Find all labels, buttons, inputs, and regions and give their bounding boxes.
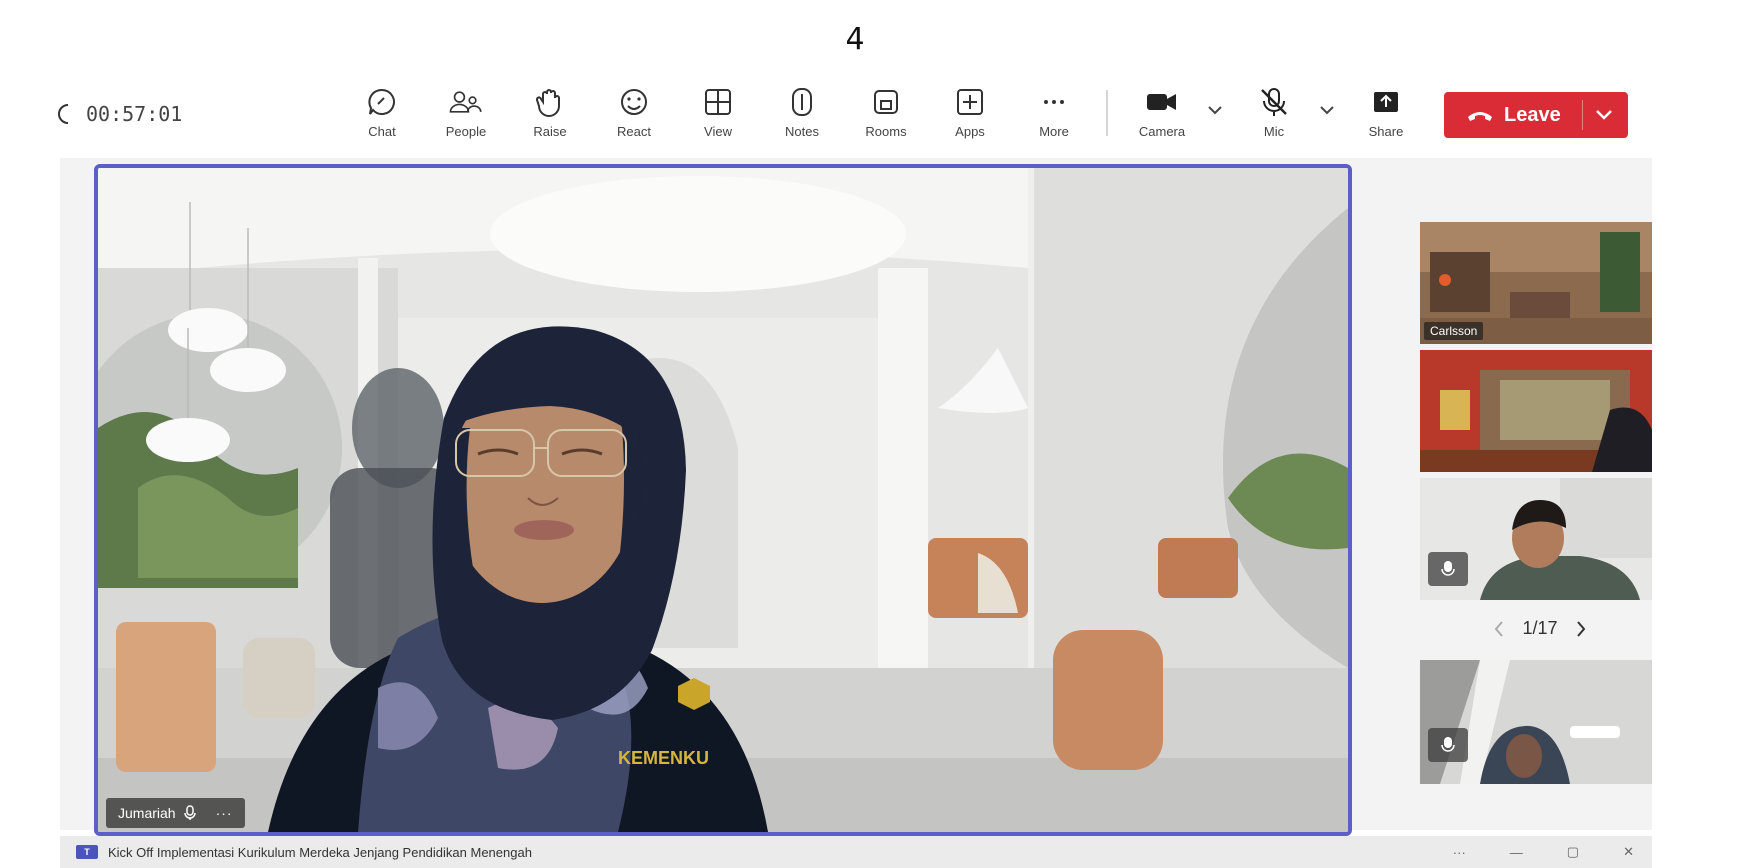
apps-label: Apps [955, 124, 985, 139]
apps-icon [952, 84, 988, 120]
camera-options-caret[interactable] [1203, 98, 1227, 122]
participant-thumbnail[interactable]: Carlsson [1420, 222, 1652, 344]
people-button[interactable]: People [430, 84, 502, 139]
thumbnail-name-label: Carlsson [1424, 322, 1484, 340]
window-maximize-button[interactable]: ▢ [1567, 844, 1579, 860]
mic-off-icon [1256, 84, 1292, 120]
participant-thumbnail[interactable] [1420, 350, 1652, 472]
leave-divider [1582, 100, 1583, 130]
window-minimize-button[interactable]: — [1510, 845, 1523, 860]
share-button[interactable]: Share [1350, 84, 1422, 139]
meeting-title: Kick Off Implementasi Kurikulum Merdeka … [108, 844, 532, 860]
camera-icon [1144, 84, 1180, 120]
meeting-timer: 00:57:01 [58, 102, 182, 126]
more-button[interactable]: More [1018, 84, 1090, 139]
window-more-button[interactable]: ··· [1453, 845, 1466, 860]
thumbnail-mic-off-icon [1428, 728, 1468, 762]
participant-name: Jumariah [118, 805, 176, 821]
shirt-text: KEMENKU [618, 748, 709, 768]
react-icon [616, 84, 652, 120]
thumbnail-video-2 [1420, 350, 1652, 472]
main-speaker-video[interactable]: KEMENKU Jumariah ··· [94, 164, 1352, 836]
mic-options-caret[interactable] [1315, 98, 1339, 122]
share-icon [1368, 84, 1404, 120]
toolbar-divider [1106, 90, 1108, 136]
mic-label: Mic [1263, 124, 1285, 139]
people-label: People [445, 124, 487, 139]
raise-hand-icon [532, 84, 568, 120]
view-button[interactable]: View [682, 84, 754, 139]
participant-thumbnail[interactable] [1420, 478, 1652, 600]
participant-name-tag: Jumariah ··· [106, 798, 245, 828]
participant-thumbnail[interactable] [1420, 660, 1652, 784]
chat-label: Chat [368, 124, 396, 139]
raise-hand-button[interactable]: Raise [514, 84, 586, 139]
view-icon [700, 84, 736, 120]
notes-icon [784, 84, 820, 120]
window-close-button[interactable]: ✕ [1623, 844, 1634, 860]
leave-label: Leave [1504, 103, 1561, 126]
rooms-button[interactable]: Rooms [850, 84, 922, 139]
speaker-video-frame: KEMENKU [98, 168, 1348, 832]
teams-app-icon: T [76, 845, 98, 859]
window-controls: ··· — ▢ ✕ [1453, 844, 1634, 860]
timer-text: 00:57:01 [86, 102, 183, 126]
chat-icon [364, 84, 400, 120]
more-label: More [1039, 124, 1069, 139]
view-label: View [704, 124, 732, 139]
hang-up-icon [1466, 107, 1494, 123]
leave-button[interactable]: Leave [1444, 92, 1628, 138]
teams-meeting-window: 4 00:57:01 Chat People Raise React View … [0, 0, 1752, 868]
pager-prev-icon[interactable] [1494, 620, 1504, 638]
chat-button[interactable]: Chat [346, 84, 418, 139]
apps-button[interactable]: Apps [934, 84, 1006, 139]
page-number: 4 [845, 22, 865, 57]
timer-icon [58, 103, 72, 125]
pager-next-icon[interactable] [1576, 620, 1586, 638]
rooms-icon [868, 84, 904, 120]
thumbnail-video-4 [1420, 660, 1652, 784]
notes-button[interactable]: Notes [766, 84, 838, 139]
participant-more-options[interactable]: ··· [216, 805, 233, 821]
rooms-label: Rooms [865, 124, 907, 139]
raise-label: Raise [533, 124, 567, 139]
notes-label: Notes [785, 124, 819, 139]
react-label: React [617, 124, 651, 139]
camera-label: Camera [1138, 124, 1186, 139]
mic-small-icon [183, 805, 196, 821]
share-label: Share [1368, 124, 1404, 139]
more-icon [1036, 84, 1072, 120]
window-status-bar: T Kick Off Implementasi Kurikulum Merdek… [60, 836, 1652, 868]
react-button[interactable]: React [598, 84, 670, 139]
leave-options-chevron-icon[interactable] [1594, 103, 1614, 127]
mic-button[interactable]: Mic [1238, 84, 1310, 139]
camera-button[interactable]: Camera [1126, 84, 1198, 139]
thumbnail-mic-off-icon [1428, 552, 1468, 586]
thumbnail-pager: 1/17 [1470, 618, 1610, 639]
people-icon [448, 84, 484, 120]
meeting-toolbar: 00:57:01 Chat People Raise React View No… [56, 80, 1636, 152]
pager-text: 1/17 [1522, 618, 1558, 638]
